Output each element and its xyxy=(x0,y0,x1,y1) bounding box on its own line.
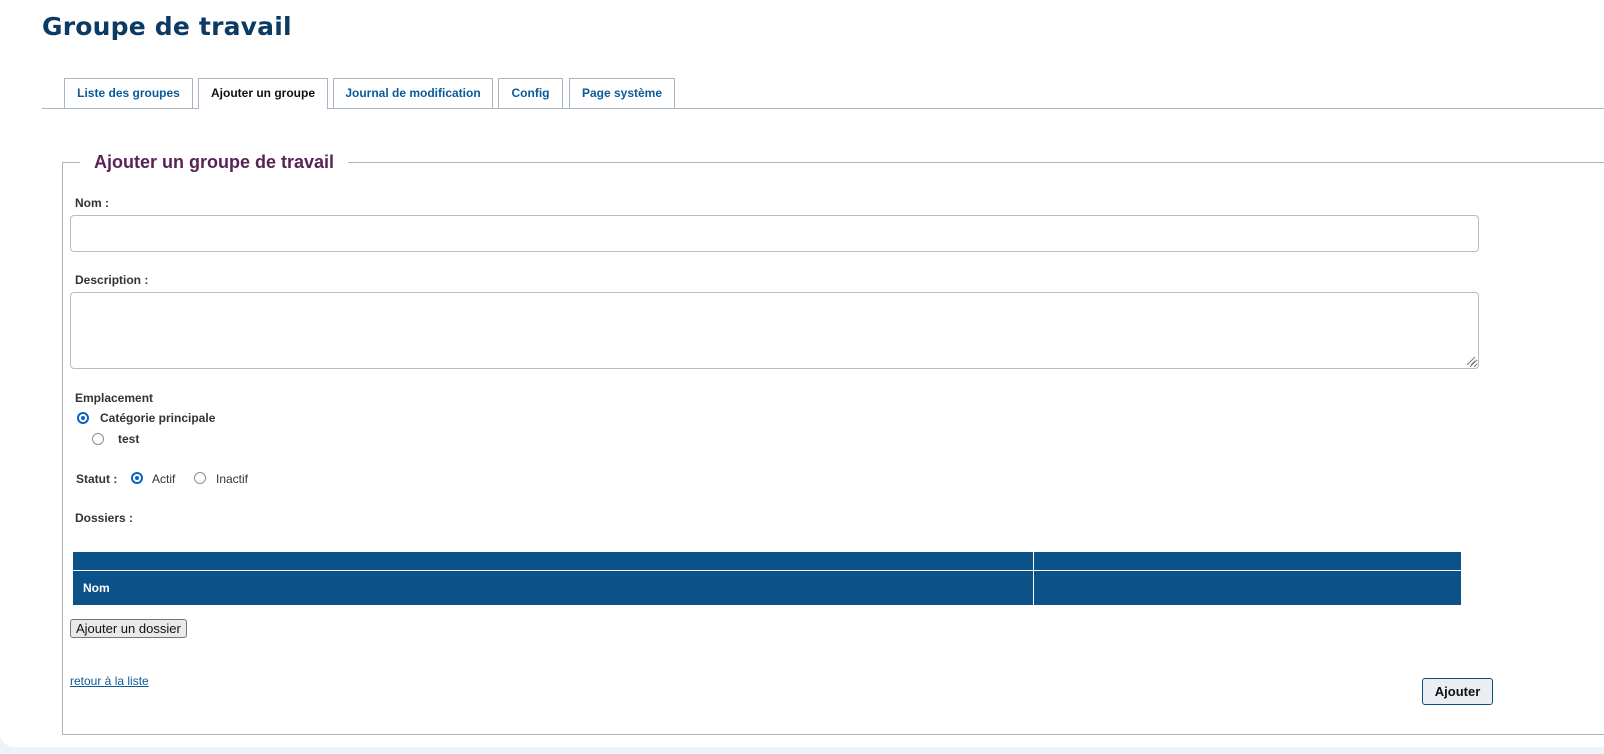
status-option-actif: Actif xyxy=(152,472,176,486)
tab-ajouter-un-groupe[interactable]: Ajouter un groupe xyxy=(198,78,328,109)
submit-add-button[interactable]: Ajouter xyxy=(1422,678,1493,705)
table-header-empty-cell xyxy=(1033,551,1462,571)
folders-label: Dossiers : xyxy=(75,511,134,525)
column-header-actions xyxy=(1033,570,1462,606)
location-option-test: test xyxy=(118,432,140,446)
status-radio-actif[interactable] xyxy=(131,472,143,484)
status-option-inactif: Inactif xyxy=(216,472,249,486)
page-title: Groupe de travail xyxy=(42,12,292,41)
location-option-categorie-principale: Catégorie principale xyxy=(100,411,216,425)
location-label: Emplacement xyxy=(75,391,154,405)
back-to-list-link[interactable]: retour à la liste xyxy=(70,674,149,688)
fieldset-legend: Ajouter un groupe de travail xyxy=(80,151,349,173)
location-radio-categorie-principale[interactable] xyxy=(77,412,89,424)
table-header-empty-cell xyxy=(72,551,1034,571)
location-radio-test[interactable] xyxy=(92,433,104,445)
column-header-nom: Nom xyxy=(72,570,1034,606)
page-container: Groupe de travail Liste des groupes Ajou… xyxy=(0,0,1604,747)
description-label: Description : xyxy=(75,273,149,287)
description-textarea[interactable] xyxy=(70,292,1479,369)
tab-config[interactable]: Config xyxy=(498,78,563,108)
resize-grip-icon[interactable] xyxy=(1464,354,1476,366)
add-folder-button[interactable]: Ajouter un dossier xyxy=(70,619,187,638)
tab-journal-de-modification[interactable]: Journal de modification xyxy=(333,78,493,108)
name-input[interactable] xyxy=(70,215,1479,252)
tab-page-systeme[interactable]: Page système xyxy=(569,78,675,108)
name-label: Nom : xyxy=(75,196,109,210)
folders-table: Nom xyxy=(72,551,1462,606)
table-header-row: Nom xyxy=(72,570,1462,606)
table-header-spacer-row xyxy=(72,551,1462,571)
tab-liste-des-groupes[interactable]: Liste des groupes xyxy=(64,78,193,108)
status-label: Statut : xyxy=(76,472,118,486)
status-radio-inactif[interactable] xyxy=(194,472,206,484)
